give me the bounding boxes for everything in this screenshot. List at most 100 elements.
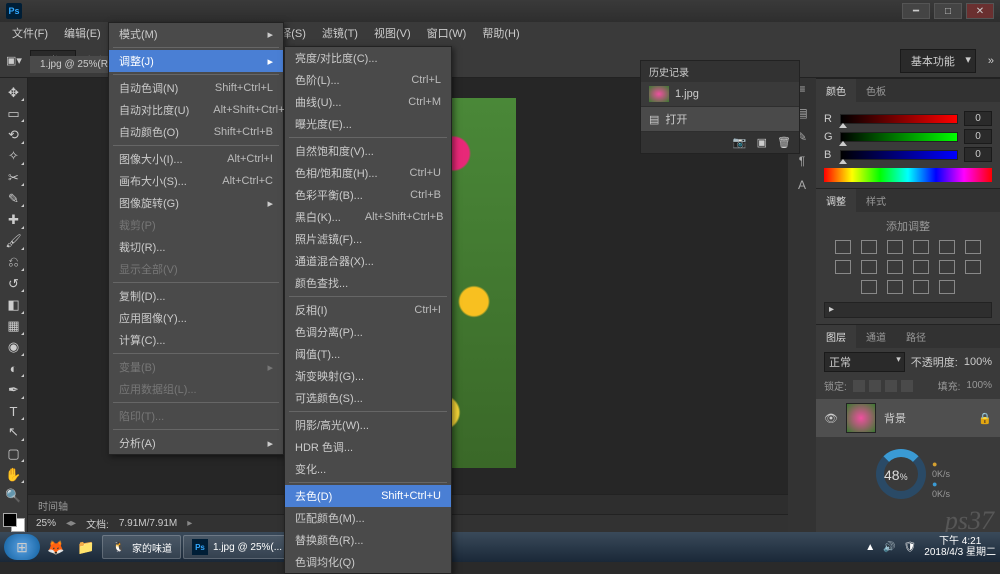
adj-icon[interactable] (861, 240, 877, 254)
brush-tool[interactable]: 🖌 (3, 232, 25, 251)
tab-color[interactable]: 颜色 (816, 79, 856, 102)
eraser-tool[interactable]: ◧ (3, 295, 25, 314)
adj-icon[interactable] (887, 280, 903, 294)
b-slider[interactable] (840, 150, 958, 160)
layer-blend-select[interactable]: 正常 (824, 352, 905, 372)
marquee-tool[interactable]: ▭ (3, 104, 25, 123)
menu-file[interactable]: 文件(F) (4, 22, 56, 44)
task-item[interactable]: 🐧家的味道 (102, 535, 181, 559)
zoom-tool[interactable]: 🔍 (3, 486, 25, 505)
menu-item[interactable]: 自动对比度(U)Alt+Shift+Ctrl+L (109, 99, 283, 121)
move-tool[interactable]: ✥ (3, 83, 25, 102)
crop-tool[interactable]: ✂ (3, 168, 25, 187)
tray-icon[interactable]: ▲ (865, 542, 875, 553)
minimize-button[interactable]: ━ (902, 3, 930, 19)
adj-icon[interactable] (939, 260, 955, 274)
lock-icon[interactable] (869, 380, 881, 392)
adj-icon[interactable] (835, 260, 851, 274)
g-value[interactable]: 0 (964, 129, 992, 144)
adj-icon[interactable] (965, 240, 981, 254)
menu-help[interactable]: 帮助(H) (474, 22, 527, 44)
menu-item[interactable]: 曲线(U)...Ctrl+M (285, 91, 451, 113)
menu-item[interactable]: 通道混合器(X)... (285, 250, 451, 272)
tab-layers[interactable]: 图层 (816, 325, 856, 348)
tab-styles[interactable]: 样式 (856, 189, 896, 212)
menu-item[interactable]: 曝光度(E)... (285, 113, 451, 135)
adj-icon[interactable] (913, 240, 929, 254)
menu-view[interactable]: 视图(V) (366, 22, 419, 44)
r-value[interactable]: 0 (964, 111, 992, 126)
visibility-icon[interactable]: 👁 (824, 412, 838, 425)
menu-item[interactable]: 照片滤镜(F)... (285, 228, 451, 250)
menu-item[interactable]: 色阶(L)...Ctrl+L (285, 69, 451, 91)
trash-icon[interactable]: 🗑 (777, 136, 791, 149)
adj-icon[interactable] (887, 240, 903, 254)
lock-icon[interactable] (853, 380, 865, 392)
tray-icon[interactable]: 🔊 (883, 542, 895, 553)
adj-icon[interactable] (913, 280, 929, 294)
menu-item[interactable]: 亮度/对比度(C)... (285, 47, 451, 69)
system-tray[interactable]: ▲ 🔊 🛡 下午 4:21 2018/4/3 星期二 (865, 536, 996, 558)
menu-window[interactable]: 窗口(W) (419, 22, 475, 44)
b-value[interactable]: 0 (964, 147, 992, 162)
menu-item[interactable]: 分析(A)▸ (109, 432, 283, 454)
quicklaunch-icon[interactable]: 📁 (72, 535, 100, 559)
adj-icon[interactable] (939, 280, 955, 294)
history-step[interactable]: ▤ 打开 (641, 107, 799, 132)
fill-value[interactable]: 100% (966, 380, 992, 391)
menu-item[interactable]: HDR 色调... (285, 436, 451, 458)
wand-tool[interactable]: ✧ (3, 147, 25, 166)
shape-tool[interactable]: ▢ (3, 444, 25, 463)
pen-tool[interactable]: ✒ (3, 380, 25, 399)
tab-channels[interactable]: 通道 (856, 325, 896, 348)
menu-item[interactable]: 自然饱和度(V)... (285, 140, 451, 162)
history-source[interactable]: 1.jpg (641, 82, 799, 107)
menu-item[interactable]: 自动颜色(O)Shift+Ctrl+B (109, 121, 283, 143)
menu-item[interactable]: 去色(D)Shift+Ctrl+U (285, 485, 451, 507)
layer-name[interactable]: 背景 (884, 410, 906, 426)
close-button[interactable]: ✕ (966, 3, 994, 19)
path-tool[interactable]: ↖ (3, 423, 25, 442)
adj-icon[interactable] (861, 260, 877, 274)
quicklaunch-icon[interactable]: 🦊 (42, 535, 70, 559)
menu-item[interactable]: 色相/饱和度(H)...Ctrl+U (285, 162, 451, 184)
start-button[interactable]: ⊞ (4, 534, 40, 560)
menu-item[interactable]: 反相(I)Ctrl+I (285, 299, 451, 321)
workspace-switcher[interactable]: 基本功能 (900, 49, 976, 73)
menu-item[interactable]: 自动色调(N)Shift+Ctrl+L (109, 77, 283, 99)
menu-item[interactable]: 黑白(K)...Alt+Shift+Ctrl+B (285, 206, 451, 228)
heal-tool[interactable]: ✚ (3, 210, 25, 229)
adj-icon[interactable] (835, 240, 851, 254)
panel-icon[interactable]: A (798, 178, 806, 192)
tray-icon[interactable]: 🛡 (904, 542, 917, 553)
spectrum-bar[interactable] (824, 168, 992, 182)
menu-item[interactable]: 可选颜色(S)... (285, 387, 451, 409)
tool-preset-icon[interactable]: ▣▾ (6, 54, 22, 67)
r-slider[interactable] (840, 114, 958, 124)
eyedropper-tool[interactable]: ✎ (3, 189, 25, 208)
menu-item[interactable]: 复制(D)... (109, 285, 283, 307)
clock[interactable]: 下午 4:21 2018/4/3 星期二 (924, 536, 996, 558)
stamp-tool[interactable]: ⎌ (3, 253, 25, 272)
tab-swatches[interactable]: 色板 (856, 79, 896, 102)
menu-item[interactable]: 颜色查找... (285, 272, 451, 294)
menu-item[interactable]: 色调分离(P)... (285, 321, 451, 343)
g-slider[interactable] (840, 132, 958, 142)
search-icon[interactable]: » (988, 55, 994, 67)
adj-icon[interactable] (939, 240, 955, 254)
tab-adjustments[interactable]: 调整 (816, 189, 856, 212)
menu-item[interactable]: 色彩平衡(B)...Ctrl+B (285, 184, 451, 206)
menu-item[interactable]: 调整(J)▸ (109, 50, 283, 72)
menu-item[interactable]: 阴影/高光(W)... (285, 414, 451, 436)
menu-item[interactable]: 应用图像(Y)... (109, 307, 283, 329)
menu-item[interactable]: 变化... (285, 458, 451, 480)
menu-item[interactable]: 画布大小(S)...Alt+Ctrl+C (109, 170, 283, 192)
opacity-value[interactable]: 100% (964, 356, 992, 368)
menu-item[interactable]: 替换颜色(R)... (285, 529, 451, 551)
menu-item[interactable]: 计算(C)... (109, 329, 283, 351)
maximize-button[interactable]: □ (934, 3, 962, 19)
menu-item[interactable]: 渐变映射(G)... (285, 365, 451, 387)
color-swatch[interactable] (3, 513, 25, 532)
tab-paths[interactable]: 路径 (896, 325, 936, 348)
menu-item[interactable]: 匹配颜色(M)... (285, 507, 451, 529)
